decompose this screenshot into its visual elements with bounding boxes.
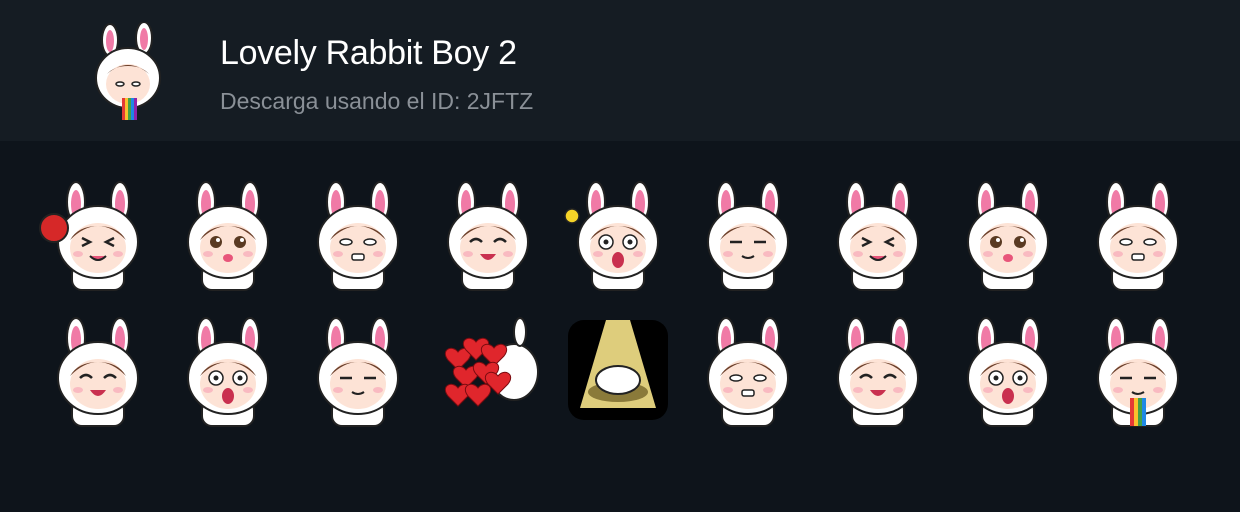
- pack-title: Lovely Rabbit Boy 2: [220, 34, 517, 72]
- boxing-glove-punch-icon[interactable]: [38, 176, 158, 292]
- back-view-icon[interactable]: [428, 176, 548, 292]
- heart-bouquet-icon[interactable]: [428, 312, 548, 428]
- puzzled-pout-icon[interactable]: [38, 312, 158, 428]
- pack-header: Lovely Rabbit Boy 2 Descarga usando el I…: [0, 0, 1240, 141]
- rainbow-vomit-icon[interactable]: [1078, 312, 1198, 428]
- giggle-icon[interactable]: [688, 312, 808, 428]
- lightbulb-idea-icon[interactable]: [558, 176, 678, 292]
- happy-sparkle-eyes-icon[interactable]: [168, 176, 288, 292]
- shocked-icon[interactable]: [818, 312, 938, 428]
- spotlight-bow-icon[interactable]: [558, 312, 678, 428]
- rabbit-boy-pack-icon: [92, 21, 168, 122]
- squint-smile-icon[interactable]: [688, 176, 808, 292]
- hit-by-shoe-icon[interactable]: [298, 312, 418, 428]
- wind-blown-icon[interactable]: [298, 176, 418, 292]
- shouting-icon[interactable]: [818, 176, 938, 292]
- smug-glint-icon[interactable]: [948, 176, 1068, 292]
- sly-grin-icon[interactable]: [1078, 176, 1198, 292]
- sighing-sweat-icon[interactable]: [168, 312, 288, 428]
- pack-download-id: Descarga usando el ID: 2JFTZ: [220, 88, 534, 114]
- laughing-icon[interactable]: [948, 312, 1068, 428]
